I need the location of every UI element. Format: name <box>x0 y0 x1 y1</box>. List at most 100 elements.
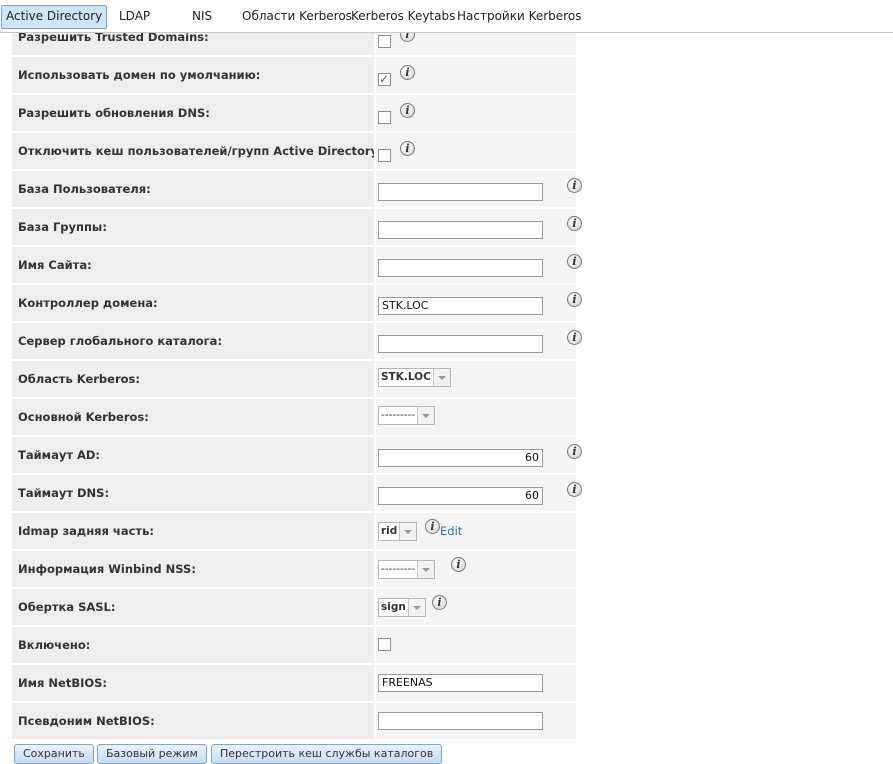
field-cell: FREENAS <box>376 665 576 701</box>
info-icon[interactable]: i <box>567 330 582 345</box>
select-value: sign <box>381 601 406 613</box>
row-kerberos-principal: Основной Kerberos: --------- <box>0 399 893 435</box>
info-icon[interactable]: i <box>400 65 415 80</box>
tab-nis[interactable]: NIS <box>188 5 216 27</box>
disable-cache-checkbox[interactable] <box>378 149 391 162</box>
info-icon[interactable]: i <box>567 482 582 497</box>
row-site-name: Имя Сайта: i <box>0 247 893 283</box>
info-icon[interactable]: i <box>425 519 440 534</box>
field-label: Idmap задняя часть: <box>12 513 374 549</box>
select-value: --------- <box>381 563 416 575</box>
kerberos-realm-select[interactable]: STK.LOC <box>378 368 451 387</box>
chevron-down-icon[interactable] <box>432 369 450 386</box>
field-label: Контроллер домена: <box>12 285 374 321</box>
row-winbind-nss: Информация Winbind NSS: --------- i <box>0 551 893 587</box>
chevron-down-icon[interactable] <box>407 599 425 616</box>
row-sasl-wrapping: Обертка SASL: sign i <box>0 589 893 625</box>
idmap-backend-select[interactable]: rid <box>378 522 418 541</box>
info-icon[interactable]: i <box>432 595 447 610</box>
field-label: Таймаут DNS: <box>12 475 374 511</box>
field-cell: --------- <box>376 399 576 435</box>
domain-controller-input[interactable]: STK.LOC <box>378 297 543 315</box>
row-dns-timeout: Таймаут DNS: 60 i <box>0 475 893 511</box>
field-cell <box>376 627 576 663</box>
row-ad-timeout: Таймаут AD: 60 i <box>0 437 893 473</box>
field-label: Обертка SASL: <box>12 589 374 625</box>
basic-mode-button[interactable]: Базовый режим <box>97 744 207 764</box>
field-cell: rid <box>376 513 576 549</box>
field-cell <box>376 323 576 359</box>
select-value: --------- <box>381 409 416 421</box>
netbios-name-input[interactable]: FREENAS <box>378 674 543 692</box>
field-label: Основной Kerberos: <box>12 399 374 435</box>
field-cell: STK.LOC <box>376 361 576 397</box>
info-icon[interactable]: i <box>567 254 582 269</box>
enabled-checkbox[interactable] <box>378 638 391 651</box>
site-name-input[interactable] <box>378 259 543 277</box>
chevron-down-icon[interactable] <box>417 561 435 578</box>
field-label: Отключить кеш пользователей/групп Active… <box>12 133 374 169</box>
tab-bar: Active Directory LDAP NIS Области Kerber… <box>0 0 893 33</box>
field-cell <box>376 209 576 245</box>
row-group-base: База Группы: i <box>0 209 893 245</box>
global-catalog-input[interactable] <box>378 335 543 353</box>
field-cell: sign <box>376 589 576 625</box>
select-value: rid <box>381 525 398 537</box>
winbind-nss-select[interactable]: --------- <box>378 560 436 579</box>
idmap-edit-link[interactable]: Edit <box>440 524 462 538</box>
info-icon[interactable]: i <box>567 216 582 231</box>
sasl-wrapping-select[interactable]: sign <box>378 598 426 617</box>
field-label: Включено: <box>12 627 374 663</box>
row-idmap-backend: Idmap задняя часть: rid i Edit <box>0 513 893 549</box>
field-label: Использовать домен по умолчанию: <box>12 57 374 93</box>
tab-kerberos-keytabs[interactable]: Kerberos Keytabs <box>347 5 459 27</box>
info-icon[interactable]: i <box>400 103 415 118</box>
save-button[interactable]: Сохранить <box>14 744 94 764</box>
tab-active-directory[interactable]: Active Directory <box>1 5 108 29</box>
field-label: Информация Winbind NSS: <box>12 551 374 587</box>
use-default-domain-checkbox[interactable]: ✓ <box>378 72 391 86</box>
rebuild-cache-button[interactable]: Перестроить кеш службы каталогов <box>211 744 443 764</box>
settings-form: Разрешить Trusted Domains: i Использоват… <box>0 0 893 745</box>
info-icon[interactable]: i <box>400 141 415 156</box>
tab-kerberos-realms[interactable]: Области Kerberos <box>238 5 356 27</box>
field-label: Разрешить обновления DNS: <box>12 95 374 131</box>
row-use-default-domain: Использовать домен по умолчанию: ✓ i <box>0 57 893 93</box>
chevron-down-icon[interactable] <box>399 523 417 540</box>
tab-kerberos-settings[interactable]: Настройки Kerberos <box>453 5 585 27</box>
field-label: Имя Сайта: <box>12 247 374 283</box>
group-base-input[interactable] <box>378 221 543 239</box>
allow-trusted-domains-checkbox[interactable] <box>378 35 391 48</box>
field-label: База Пользователя: <box>12 171 374 207</box>
tab-ldap[interactable]: LDAP <box>115 5 154 27</box>
netbios-alias-input[interactable] <box>378 712 543 730</box>
row-disable-cache: Отключить кеш пользователей/групп Active… <box>0 133 893 169</box>
info-icon[interactable]: i <box>567 178 582 193</box>
field-cell: --------- <box>376 551 576 587</box>
field-cell: 60 <box>376 475 576 511</box>
row-kerberos-realm: Область Kerberos: STK.LOC <box>0 361 893 397</box>
checkmark-icon: ✓ <box>379 72 390 86</box>
row-domain-controller: Контроллер домена: STK.LOC i <box>0 285 893 321</box>
field-label: Таймаут AD: <box>12 437 374 473</box>
info-icon[interactable]: i <box>567 292 582 307</box>
info-icon[interactable]: i <box>451 557 466 572</box>
field-label: База Группы: <box>12 209 374 245</box>
row-netbios-alias: Псевдоним NetBIOS: <box>0 703 893 739</box>
ad-timeout-input[interactable]: 60 <box>378 449 543 467</box>
field-label: Псевдоним NetBIOS: <box>12 703 374 739</box>
user-base-input[interactable] <box>378 183 543 201</box>
field-label: Сервер глобального каталога: <box>12 323 374 359</box>
row-enabled: Включено: <box>0 627 893 663</box>
chevron-down-icon[interactable] <box>417 407 435 424</box>
allow-dns-updates-checkbox[interactable] <box>378 111 391 124</box>
dns-timeout-input[interactable]: 60 <box>378 487 543 505</box>
info-icon[interactable]: i <box>567 444 582 459</box>
field-cell <box>376 171 576 207</box>
field-cell <box>376 703 576 739</box>
select-value: STK.LOC <box>381 371 431 383</box>
row-global-catalog: Сервер глобального каталога: i <box>0 323 893 359</box>
row-user-base: База Пользователя: i <box>0 171 893 207</box>
field-cell: 60 <box>376 437 576 473</box>
kerberos-principal-select[interactable]: --------- <box>378 406 436 425</box>
